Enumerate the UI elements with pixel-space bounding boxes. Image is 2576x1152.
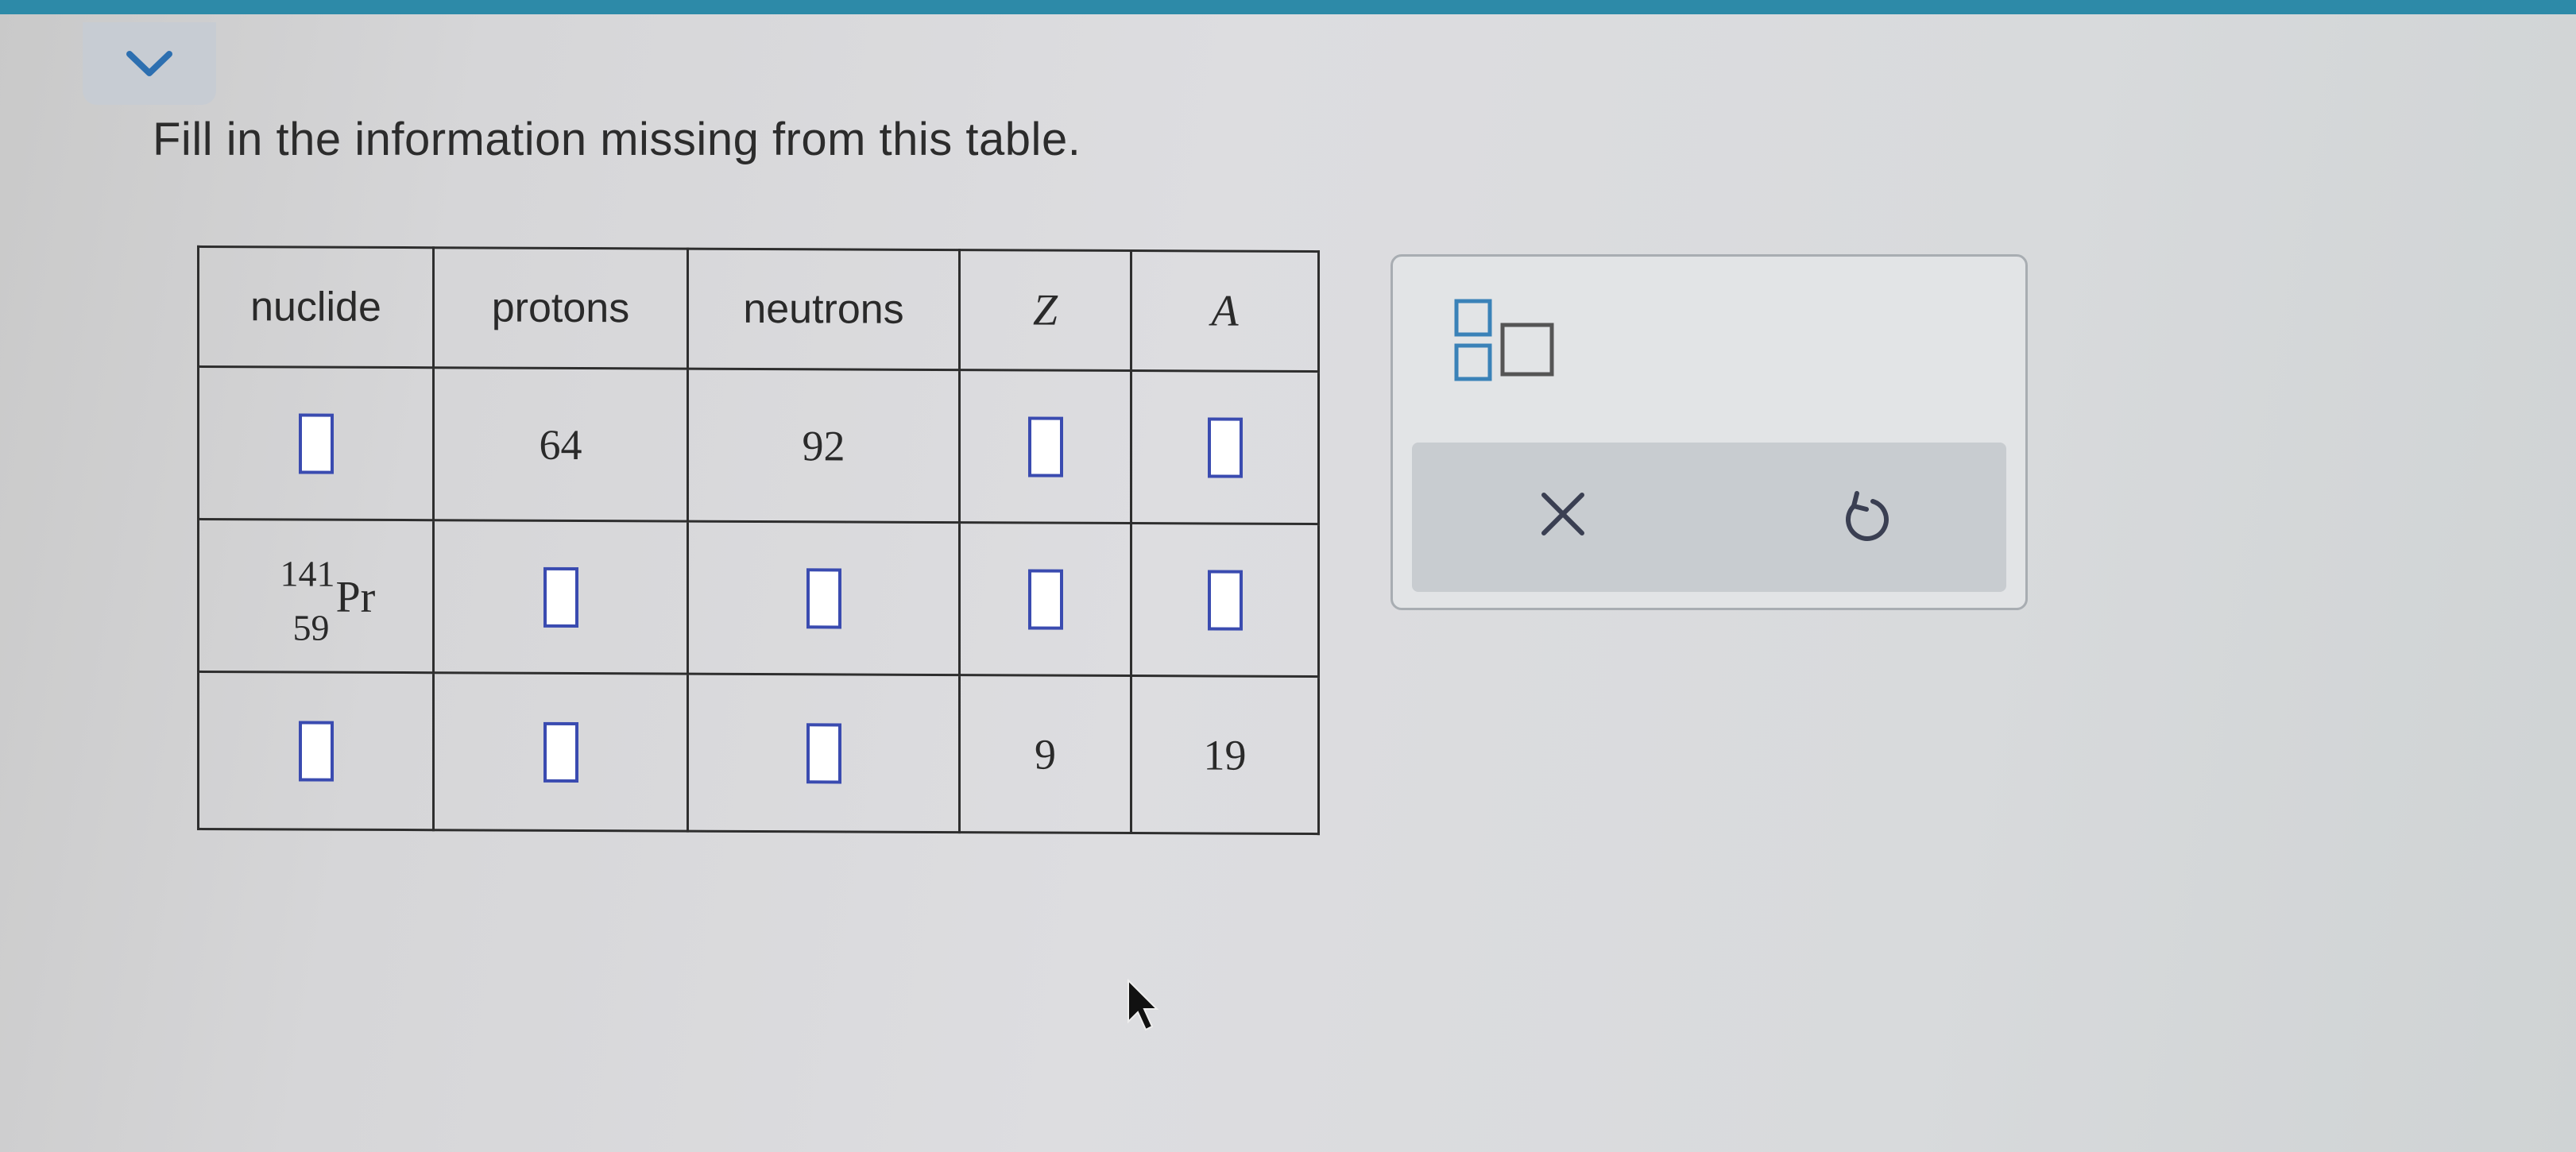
- answer-input-box[interactable]: [543, 721, 578, 783]
- collapse-button[interactable]: [83, 22, 216, 105]
- clear-button[interactable]: [1539, 490, 1587, 542]
- row3-neutrons-cell: [687, 674, 960, 833]
- answer-input-box[interactable]: [1027, 416, 1063, 477]
- clear-icon: [1541, 493, 1584, 535]
- row1-a-cell: [1131, 370, 1319, 524]
- undo-icon: [1846, 491, 1889, 541]
- answer-input-box[interactable]: [298, 413, 334, 474]
- chevron-down-icon: [126, 51, 172, 76]
- row2-z-cell: [959, 522, 1131, 676]
- row1-z-cell: [959, 370, 1131, 524]
- nuclide-table: nuclide protons neutrons Z A 64 92 141 5…: [197, 245, 1320, 835]
- top-accent-bar: [0, 0, 2576, 14]
- table-row: 141 59 Pr: [198, 519, 1319, 677]
- header-a: A: [1131, 250, 1319, 373]
- question-prompt: Fill in the information missing from thi…: [153, 114, 1081, 165]
- header-neutrons: neutrons: [687, 249, 960, 371]
- answer-input-box[interactable]: [1207, 570, 1243, 631]
- row3-a: 19: [1131, 675, 1319, 834]
- answer-input-box[interactable]: [806, 722, 841, 784]
- fraction-template-icon: [1454, 299, 1554, 381]
- row3-z: 9: [959, 675, 1131, 833]
- answer-input-box[interactable]: [1027, 569, 1063, 630]
- row2-neutrons-cell: [687, 521, 960, 675]
- nuclide-symbol: 141 59 Pr: [249, 538, 384, 650]
- header-z: Z: [959, 249, 1131, 371]
- mouse-pointer-icon: [1127, 979, 1159, 1031]
- action-bar: [1412, 443, 2006, 592]
- answer-input-box[interactable]: [806, 567, 841, 629]
- header-nuclide: nuclide: [198, 246, 434, 369]
- answer-input-box[interactable]: [298, 721, 334, 782]
- row1-protons: 64: [433, 368, 688, 522]
- undo-button[interactable]: [1841, 489, 1893, 548]
- math-tool-panel: [1390, 254, 2028, 610]
- row1-neutrons: 92: [687, 369, 960, 523]
- answer-input-box[interactable]: [543, 566, 578, 628]
- header-protons: protons: [433, 247, 688, 369]
- element-symbol: Pr: [335, 572, 376, 623]
- row3-nuclide-cell: [198, 671, 434, 830]
- row2-a-cell: [1131, 523, 1319, 677]
- table-row: 9 19: [198, 671, 1319, 834]
- table-header-row: nuclide protons neutrons Z A: [198, 246, 1319, 373]
- atomic-number: 59: [292, 607, 330, 648]
- superscript-subscript-template-button[interactable]: [1453, 298, 1565, 397]
- row2-nuclide-cell: 141 59 Pr: [198, 519, 434, 673]
- mass-number: 141: [280, 553, 335, 594]
- row3-protons-cell: [433, 672, 688, 832]
- row1-nuclide-cell: [198, 366, 434, 520]
- answer-input-box[interactable]: [1207, 417, 1243, 478]
- table-row: 64 92: [198, 366, 1319, 524]
- row2-protons-cell: [433, 520, 688, 675]
